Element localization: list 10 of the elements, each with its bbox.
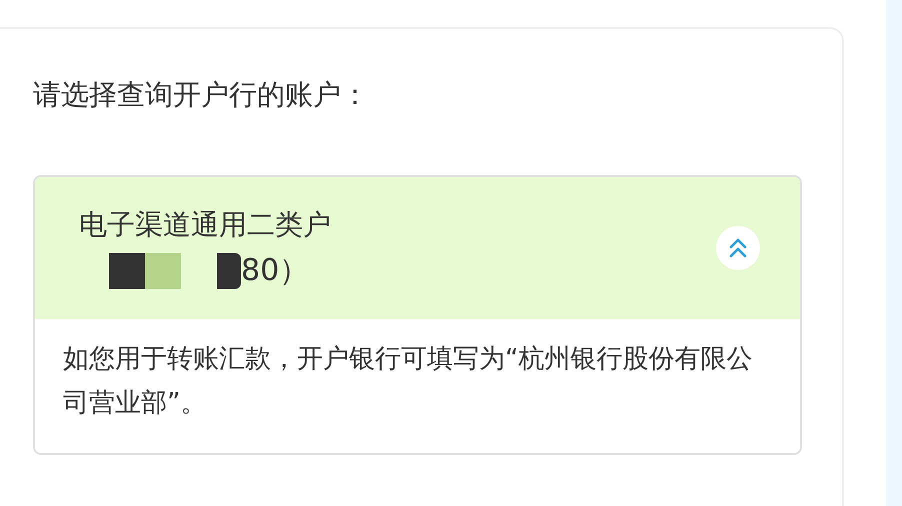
redaction-block (109, 253, 145, 289)
note-text: 如您用于转账汇款，开户银行可填写为“杭州银行股份有限公司营业部”。 (63, 343, 754, 420)
account-card[interactable]: 电子渠道通用二类户 80） 如您用于转账汇款，开户银行可填写为“杭州银行股份有限公司营业部”。 (33, 175, 802, 455)
account-name: 电子渠道通用二类户 (79, 207, 331, 243)
collapse-button[interactable] (716, 226, 760, 270)
double-chevron-up-icon (727, 237, 749, 259)
redaction-block (145, 253, 181, 289)
redaction-block (217, 253, 241, 289)
account-number: 80） (241, 252, 310, 290)
prompt-text: 请选择查询开户行的账户： (33, 77, 370, 113)
